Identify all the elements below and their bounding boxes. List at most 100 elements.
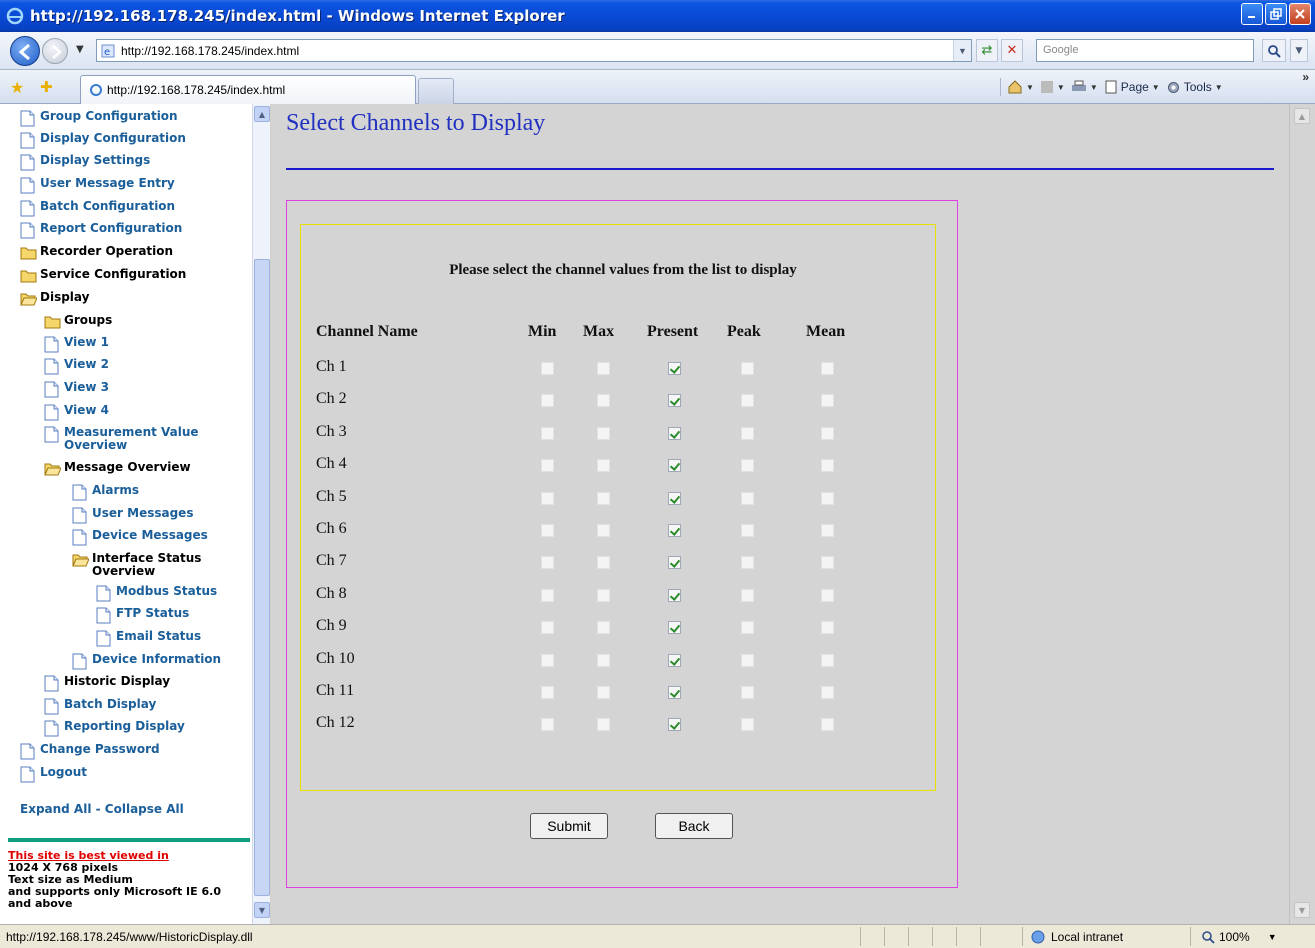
present-checkbox[interactable] [668,491,681,505]
tree-item-batch-configuration[interactable]: Batch Configuration [20,200,175,217]
tree-item-view-4[interactable]: View 4 [44,404,109,421]
present-checkbox[interactable] [668,524,681,537]
page-menu-button[interactable]: Page ▼ [1104,80,1160,94]
tab-active[interactable]: http://192.168.178.245/index.html [80,75,416,104]
present-checkbox[interactable] [668,426,681,440]
present-checkbox[interactable] [668,588,681,602]
tree-item-logout[interactable]: Logout [20,766,87,783]
peak-checkbox[interactable] [741,653,754,667]
tree-item-group-configuration[interactable]: Group Configuration [20,110,178,127]
scroll-up-button[interactable]: ▲ [1294,108,1310,124]
tree-item-user-message-entry[interactable]: User Message Entry [20,177,175,194]
tree-item-change-password[interactable]: Change Password [20,743,160,760]
peak-checkbox[interactable] [741,556,754,570]
peak-checkbox[interactable] [741,524,754,537]
search-input[interactable]: Google [1036,39,1254,62]
tree-item-device-information[interactable]: Device Information [72,653,221,670]
tree-item-device-messages[interactable]: Device Messages [72,529,208,546]
min-checkbox[interactable] [541,621,554,635]
refresh-button[interactable]: ⇄ [976,39,998,62]
tree-item-historic-display[interactable]: Historic Display [44,675,170,692]
search-options-dropdown[interactable]: ▼ [1290,39,1308,62]
mean-checkbox[interactable] [821,491,834,505]
max-checkbox[interactable] [597,459,610,473]
address-dropdown[interactable]: ▼ [953,40,971,61]
content-scrollbar[interactable]: ▲ ▼ [1289,104,1313,924]
peak-checkbox[interactable] [741,362,754,375]
present-checkbox[interactable] [668,653,681,667]
min-checkbox[interactable] [541,491,554,505]
mean-checkbox[interactable] [821,556,834,570]
tree-item-report-configuration[interactable]: Report Configuration [20,222,182,239]
tree-item-ftp-status[interactable]: FTP Status [96,607,189,624]
toolbar-overflow-chevron[interactable]: » [1302,70,1309,84]
tree-item-alarms[interactable]: Alarms [72,484,139,501]
min-checkbox[interactable] [541,524,554,537]
navigation-scrollbar[interactable]: ▲ ▼ [252,104,270,924]
mean-checkbox[interactable] [821,621,834,635]
max-checkbox[interactable] [597,394,610,408]
expand-collapse-link[interactable]: Expand All - Collapse All [20,802,184,816]
mean-checkbox[interactable] [821,426,834,440]
max-checkbox[interactable] [597,686,610,699]
tree-item-recorder-operation[interactable]: Recorder Operation [20,245,173,262]
mean-checkbox[interactable] [821,394,834,408]
tree-item-interface-status-overview[interactable]: Interface Status Overview [72,552,242,578]
tree-item-display-configuration[interactable]: Display Configuration [20,132,186,149]
security-zone[interactable]: Local intranet [1022,927,1168,946]
present-checkbox[interactable] [668,621,681,635]
tree-item-display[interactable]: Display [20,291,89,308]
search-button[interactable] [1262,39,1286,62]
tree-item-view-2[interactable]: View 2 [44,358,109,375]
tree-item-message-overview[interactable]: Message Overview [44,461,191,478]
scroll-up-button[interactable]: ▲ [254,106,270,122]
restore-button[interactable] [1265,3,1287,25]
home-button[interactable]: ▼ [1007,79,1034,95]
submit-button[interactable]: Submit [530,813,608,839]
tree-item-display-settings[interactable]: Display Settings [20,154,150,171]
min-checkbox[interactable] [541,556,554,570]
tree-item-service-configuration[interactable]: Service Configuration [20,268,186,285]
tree-item-view-3[interactable]: View 3 [44,381,109,398]
scroll-thumb[interactable] [254,259,270,896]
max-checkbox[interactable] [597,362,610,375]
tree-item-groups[interactable]: Groups [44,314,112,331]
max-checkbox[interactable] [597,556,610,570]
max-checkbox[interactable] [597,621,610,635]
tree-item-measurement-value-overview[interactable]: Measurement Value Overview [44,426,214,452]
tools-menu-button[interactable]: Tools ▼ [1166,80,1223,95]
mean-checkbox[interactable] [821,524,834,537]
close-window-button[interactable] [1289,3,1311,25]
mean-checkbox[interactable] [821,718,834,732]
tree-item-modbus-status[interactable]: Modbus Status [96,585,217,602]
scroll-down-button[interactable]: ▼ [1294,902,1310,918]
max-checkbox[interactable] [597,718,610,732]
zoom-control[interactable]: 100% ▼ [1190,927,1310,946]
min-checkbox[interactable] [541,718,554,732]
mean-checkbox[interactable] [821,653,834,667]
address-field[interactable]: e http://192.168.178.245/index.html ▼ [96,39,972,62]
min-checkbox[interactable] [541,653,554,667]
tree-item-view-1[interactable]: View 1 [44,336,109,353]
present-checkbox[interactable] [668,394,681,408]
peak-checkbox[interactable] [741,718,754,732]
peak-checkbox[interactable] [741,394,754,408]
feeds-button[interactable]: ▼ [1040,80,1065,94]
tree-item-batch-display[interactable]: Batch Display [44,698,156,715]
favorites-star-icon[interactable]: ★ [10,78,24,97]
mean-checkbox[interactable] [821,459,834,473]
back-form-button[interactable]: Back [655,813,733,839]
max-checkbox[interactable] [597,588,610,602]
tree-item-email-status[interactable]: Email Status [96,630,201,647]
min-checkbox[interactable] [541,459,554,473]
peak-checkbox[interactable] [741,491,754,505]
present-checkbox[interactable] [668,718,681,732]
add-favorites-icon[interactable]: ✚ [40,78,53,96]
new-tab-button[interactable] [418,78,454,104]
back-button[interactable] [10,36,40,66]
min-checkbox[interactable] [541,588,554,602]
max-checkbox[interactable] [597,524,610,537]
present-checkbox[interactable] [668,459,681,473]
forward-button[interactable] [42,38,68,64]
mean-checkbox[interactable] [821,588,834,602]
